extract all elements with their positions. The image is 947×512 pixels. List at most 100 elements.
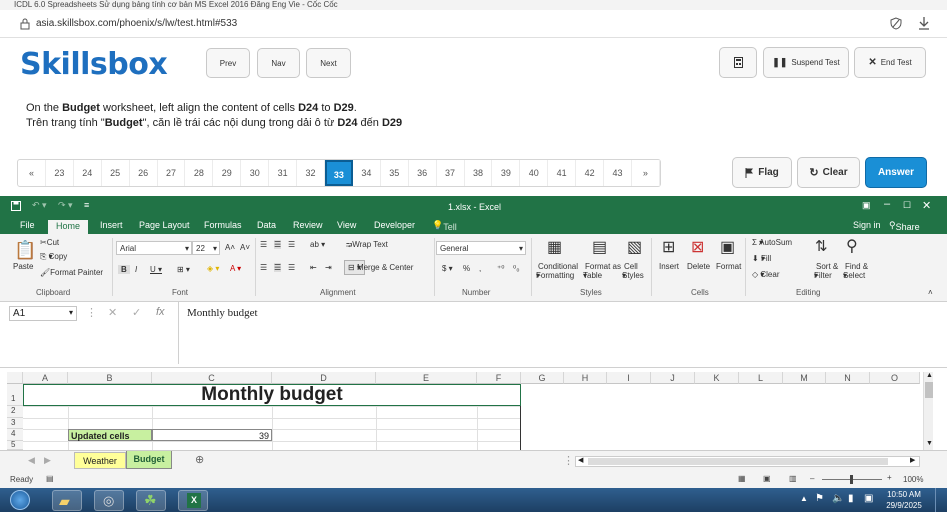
column-header-f[interactable]: F	[477, 372, 521, 384]
bold-button[interactable]: B	[118, 265, 130, 274]
column-header-h[interactable]: H	[564, 372, 607, 384]
column-header-n[interactable]: N	[826, 372, 870, 384]
tab-view[interactable]: View	[337, 220, 356, 230]
tab-review[interactable]: Review	[293, 220, 323, 230]
cancel-entry-icon[interactable]: ✕	[108, 306, 117, 319]
delete-cells-icon[interactable]: ⊠	[691, 237, 704, 257]
show-desktop-button[interactable]	[935, 488, 947, 512]
clock-date[interactable]: 29/9/2025	[883, 501, 925, 510]
italic-button[interactable]: I	[135, 265, 137, 274]
coccoc-browser-taskbar-icon[interactable]: ☘	[136, 490, 166, 511]
name-box[interactable]: A1 ▾	[9, 306, 77, 321]
scroll-up-icon[interactable]: ▲	[926, 372, 933, 379]
sheet-tab-budget[interactable]: Budget	[126, 451, 172, 469]
tab-developer[interactable]: Developer	[374, 220, 415, 230]
address-bar[interactable]: asia.skillsbox.com/phoenix/s/lw/test.htm…	[0, 10, 947, 38]
column-header-k[interactable]: K	[695, 372, 739, 384]
format-painter-button[interactable]: 🖌 Format Painter	[40, 268, 103, 277]
share-button[interactable]: ⚲ Share	[889, 220, 920, 232]
pager-page-25[interactable]: 25	[102, 160, 130, 186]
pager-last-button[interactable]: »	[632, 160, 660, 186]
column-header-e[interactable]: E	[376, 372, 477, 384]
scroll-down-icon[interactable]: ▼	[926, 440, 933, 447]
merge-center-button[interactable]: ⊟ Merge & Center ▾	[344, 260, 413, 275]
maximize-icon[interactable]: ☐	[903, 200, 911, 211]
cell-title-merged[interactable]: Monthly budget	[23, 384, 521, 406]
vertical-scroll-thumb[interactable]	[925, 382, 933, 398]
row-header-5[interactable]: 5	[7, 441, 23, 450]
conditional-formatting-icon[interactable]: ▦	[547, 237, 562, 257]
excel-taskbar-icon[interactable]: X	[178, 490, 208, 511]
align-center-icon[interactable]: ☰	[274, 263, 282, 272]
column-header-g[interactable]: G	[521, 372, 564, 384]
pager-page-40[interactable]: 40	[520, 160, 549, 186]
clear-button[interactable]: ↻ Clear	[797, 157, 860, 188]
end-test-button[interactable]: ✕ End Test	[854, 47, 926, 78]
url-text[interactable]: asia.skillsbox.com/phoenix/s/lw/test.htm…	[36, 18, 237, 29]
network-icon[interactable]: ▮	[848, 493, 854, 504]
vertical-scrollbar[interactable]: ▲ ▼	[923, 372, 933, 450]
paste-icon[interactable]: 📋	[14, 240, 36, 261]
pager-page-29[interactable]: 29	[213, 160, 242, 186]
file-explorer-taskbar-icon[interactable]: ▰	[52, 490, 82, 511]
percent-icon[interactable]: %	[463, 264, 470, 273]
pager-page-37[interactable]: 37	[437, 160, 465, 186]
format-cells-icon[interactable]: ▣	[720, 237, 735, 257]
language-icon[interactable]: ▣	[864, 493, 873, 504]
borders-icon[interactable]: ⊞ ▾	[177, 265, 190, 274]
tab-file[interactable]: File	[20, 220, 35, 230]
next-button[interactable]: Next	[306, 48, 351, 78]
pager-page-24[interactable]: 24	[74, 160, 102, 186]
conditional-formatting-button[interactable]: Conditional Formatting ▾	[536, 262, 578, 280]
app-taskbar-icon[interactable]: ◎	[94, 490, 124, 511]
pager-page-42[interactable]: 42	[576, 160, 605, 186]
column-header-m[interactable]: M	[783, 372, 826, 384]
align-top-icon[interactable]: ☰	[260, 240, 267, 249]
formula-input[interactable]: Monthly budget	[178, 302, 933, 364]
add-sheet-icon[interactable]: ⊕	[195, 453, 204, 466]
fill-button[interactable]: ⬇ Fill ▾	[752, 254, 771, 263]
format-cells-button[interactable]: Format	[716, 262, 741, 271]
insert-cells-button[interactable]: Insert	[659, 262, 679, 271]
enter-check-icon[interactable]: ✓	[132, 306, 141, 319]
sort-filter-icon[interactable]: ⇅	[815, 237, 828, 255]
orientation-icon[interactable]: ab ▾	[310, 240, 325, 249]
tab-page-layout[interactable]: Page Layout	[139, 220, 190, 230]
align-middle-icon[interactable]: ☰	[274, 240, 282, 249]
tab-home[interactable]: Home	[48, 220, 89, 234]
sheet-next-icon[interactable]: ▶	[44, 455, 51, 466]
pager-first-button[interactable]: «	[18, 160, 46, 186]
pager-page-36[interactable]: 36	[409, 160, 437, 186]
autosum-button[interactable]: Σ AutoSum ▾	[752, 238, 792, 247]
pager-page-39[interactable]: 39	[492, 160, 521, 186]
tell-me-search[interactable]: 💡 Tell me what you want to do...	[432, 220, 462, 292]
number-format-select[interactable]: General ▾	[436, 241, 526, 255]
page-layout-view-icon[interactable]: ▣	[763, 474, 771, 483]
format-as-table-icon[interactable]: ▤	[592, 237, 607, 257]
copy-button[interactable]: ⎘ Copy ▾	[40, 252, 67, 262]
wrap-text-button[interactable]: ⮒ Wrap Text	[346, 240, 388, 254]
tab-split-handle[interactable]: ⋮	[563, 454, 574, 467]
column-header-o[interactable]: O	[870, 372, 920, 384]
pager-page-31[interactable]: 31	[269, 160, 298, 186]
zoom-level[interactable]: 100%	[903, 475, 923, 484]
column-header-c[interactable]: C	[152, 372, 272, 384]
sheet-prev-icon[interactable]: ◀	[28, 455, 35, 466]
align-left-icon[interactable]: ☰	[260, 263, 267, 272]
ribbon-display-icon[interactable]: ▣	[862, 200, 871, 211]
volume-icon[interactable]: 🔈	[832, 493, 844, 504]
row-header-1[interactable]: 1	[7, 384, 23, 406]
delete-cells-button[interactable]: Delete	[687, 262, 710, 271]
underline-button[interactable]: U ▾	[150, 265, 162, 274]
pager-page-27[interactable]: 27	[158, 160, 186, 186]
undo-icon[interactable]: ↶ ▾	[32, 200, 47, 211]
calculator-button[interactable]	[719, 47, 757, 78]
decrease-indent-icon[interactable]: ⇤	[310, 263, 317, 272]
pager-page-38[interactable]: 38	[465, 160, 493, 186]
pager-page-30[interactable]: 30	[241, 160, 270, 186]
insert-function-icon[interactable]: fx	[156, 306, 165, 318]
cell-c4[interactable]: 39	[152, 429, 272, 441]
column-header-i[interactable]: I	[607, 372, 651, 384]
macro-record-icon[interactable]: ▤	[46, 474, 54, 483]
cell-b4[interactable]: Updated cells	[68, 429, 152, 441]
